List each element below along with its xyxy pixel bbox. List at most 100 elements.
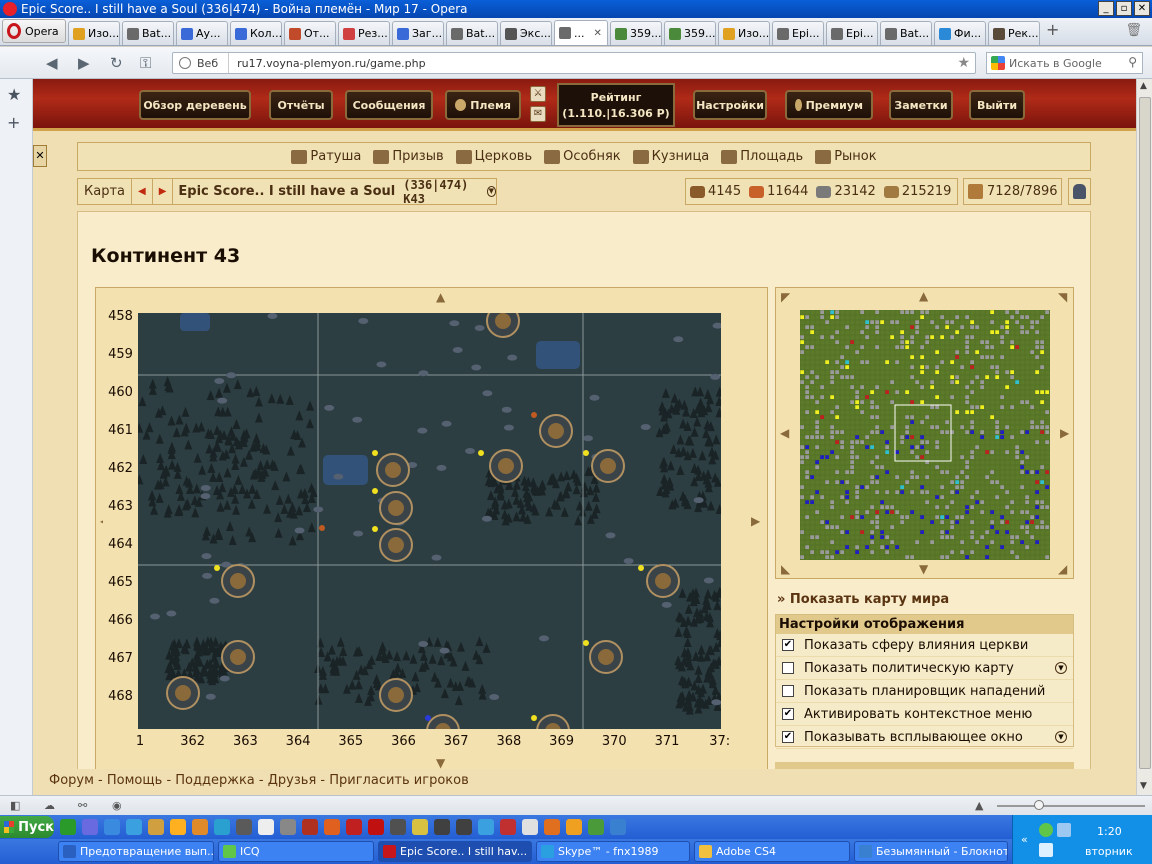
building-link-recruit[interactable]: Призыв — [373, 149, 444, 164]
minimap[interactable] — [800, 310, 1050, 560]
setting-row-attack-planner[interactable]: Показать планировщик нападений — [776, 680, 1073, 703]
zoom-up-icon[interactable]: ▲ — [975, 799, 983, 812]
setting-checkbox-popup[interactable]: ✔ — [782, 731, 794, 743]
quick-launch-icon[interactable] — [236, 819, 252, 835]
footer-friends-link[interactable]: Друзья — [268, 773, 317, 788]
zoom-slider-thumb[interactable] — [1034, 800, 1044, 810]
new-tab-icon[interactable]: + — [1046, 20, 1059, 39]
next-village-icon[interactable]: ▶ — [153, 179, 174, 204]
overview-button[interactable]: Обзор деревень — [139, 90, 251, 120]
back-icon[interactable]: ◀ — [46, 54, 58, 72]
maximize-button[interactable]: ▫ — [1116, 1, 1132, 16]
taskbar-button[interactable]: Adobe CS4 — [694, 841, 850, 862]
collapse-icon[interactable]: ✕ — [33, 145, 47, 167]
scroll-down-icon[interactable]: ▼ — [1140, 781, 1147, 791]
quick-launch-icon[interactable] — [258, 819, 274, 835]
zoom-slider[interactable] — [997, 805, 1145, 807]
footer-support-link[interactable]: Поддержка — [175, 773, 255, 788]
browser-tab[interactable]: 359... — [664, 21, 716, 45]
quick-launch-icon[interactable] — [456, 819, 472, 835]
avatar-button[interactable] — [1068, 178, 1091, 205]
quick-launch-icon[interactable] — [566, 819, 582, 835]
show-world-map-link[interactable]: » Показать карту мира — [777, 592, 949, 607]
taskbar-button[interactable]: Epic Score.. I still hav... — [378, 841, 532, 862]
minimap-down-icon[interactable]: ▼ — [919, 562, 928, 576]
key-icon[interactable]: ⚿ — [140, 54, 151, 72]
quick-launch-icon[interactable] — [148, 819, 164, 835]
quick-launch-icon[interactable] — [522, 819, 538, 835]
address-bar[interactable]: Веб ru17.voyna-plemyon.ru/game.php ★ — [172, 52, 976, 74]
clock[interactable]: 1:20 — [1097, 825, 1122, 838]
quick-launch-icon[interactable] — [60, 819, 76, 835]
quick-launch-icon[interactable] — [192, 819, 208, 835]
tribe-button[interactable]: Племя — [445, 90, 521, 120]
browser-tab[interactable]: Epi... — [772, 21, 824, 45]
setting-checkbox-church-sphere[interactable]: ✔ — [782, 639, 794, 651]
close-tab-icon[interactable]: ✕ — [594, 28, 602, 39]
browser-tab[interactable]: 359... — [610, 21, 662, 45]
footer-invite-link[interactable]: Пригласить игроков — [329, 773, 469, 788]
minimap-right-icon[interactable]: ▶ — [1060, 426, 1069, 440]
setting-checkbox-context-menu[interactable]: ✔ — [782, 708, 794, 720]
start-button[interactable]: Пуск — [0, 816, 54, 838]
search-icon[interactable]: ⚲ — [1128, 55, 1137, 69]
building-link-town-hall[interactable]: Ратуша — [291, 149, 361, 164]
skype-tray-icon[interactable] — [1039, 843, 1053, 857]
prev-village-icon[interactable]: ◀ — [132, 179, 153, 204]
taskbar-button[interactable]: Skype™ - fnx1989 — [536, 841, 690, 862]
quick-launch-icon[interactable] — [346, 819, 362, 835]
building-link-smithy[interactable]: Кузница — [632, 149, 709, 164]
setting-checkbox-attack-planner[interactable] — [782, 685, 794, 697]
quick-launch-icon[interactable] — [610, 819, 626, 835]
taskbar-button[interactable]: ICQ — [218, 841, 374, 862]
minimap-upleft-icon[interactable]: ◤ — [781, 290, 790, 304]
village-dropdown-icon[interactable]: ▼ — [486, 186, 496, 197]
browser-tab[interactable]: Bat... — [880, 21, 932, 45]
browser-tab[interactable]: Рез... — [338, 21, 390, 45]
map-up-icon[interactable]: ▲ — [436, 290, 445, 304]
search-input[interactable]: Искать в Google ⚲ — [986, 52, 1143, 74]
panel-toggle-icon[interactable]: ◧ — [10, 799, 20, 812]
minimap-up-icon[interactable]: ▲ — [919, 289, 928, 303]
cloud-icon[interactable]: ☁ — [44, 799, 55, 812]
quick-launch-icon[interactable] — [214, 819, 230, 835]
setting-checkbox-political-map[interactable] — [782, 662, 794, 674]
map-down-icon[interactable]: ▼ — [436, 756, 445, 770]
speed-dial-icon[interactable]: ◉ — [112, 799, 122, 812]
building-link-mansion[interactable]: Особняк — [544, 149, 621, 164]
address-mode[interactable]: Веб — [173, 53, 230, 73]
village-name[interactable]: Epic Score.. I still have a Soul — [173, 184, 395, 199]
scroll-thumb[interactable] — [1139, 97, 1151, 769]
icq-tray-icon[interactable] — [1039, 823, 1053, 837]
opera-menu-button[interactable]: Opera — [2, 19, 66, 43]
browser-tab[interactable]: Рек... — [988, 21, 1040, 45]
building-link-square[interactable]: Площадь — [721, 149, 803, 164]
forward-icon[interactable]: ▶ — [78, 54, 90, 72]
setting-row-political-map[interactable]: Показать политическую карту ▼ — [776, 657, 1073, 680]
reports-button[interactable]: Отчёты — [269, 90, 333, 120]
building-link-church[interactable]: Церковь — [455, 149, 532, 164]
browser-tab[interactable]: Epi... — [826, 21, 878, 45]
messages-button[interactable]: Сообщения — [345, 90, 433, 120]
browser-tab[interactable]: Bat... — [122, 21, 174, 45]
quick-launch-icon[interactable] — [500, 819, 516, 835]
quick-launch-icon[interactable] — [324, 819, 340, 835]
setting-row-church-sphere[interactable]: ✔ Показать сферу влияния церкви — [776, 634, 1073, 657]
quick-launch-icon[interactable] — [82, 819, 98, 835]
quick-launch-icon[interactable] — [170, 819, 186, 835]
logout-button[interactable]: Выйти — [969, 90, 1025, 120]
setting-row-context-menu[interactable]: ✔ Активировать контекстное меню — [776, 703, 1073, 726]
setting-info-icon[interactable]: ▼ — [1055, 731, 1067, 743]
browser-tab[interactable]: Заг... — [392, 21, 444, 45]
quick-launch-icon[interactable] — [544, 819, 560, 835]
notes-button[interactable]: Заметки — [889, 90, 953, 120]
bookmark-star-icon[interactable]: ★ — [957, 55, 970, 71]
minimap-upright-icon[interactable]: ◥ — [1058, 290, 1067, 304]
add-panel-icon[interactable]: + — [7, 113, 20, 132]
footer-help-link[interactable]: Помощь — [107, 773, 162, 788]
building-link-market[interactable]: Рынок — [815, 149, 877, 164]
tray-expand-icon[interactable]: « — [1021, 833, 1028, 846]
browser-tab[interactable]: Экс... — [500, 21, 552, 45]
quick-launch-icon[interactable] — [104, 819, 120, 835]
browser-tab[interactable]: Ау... — [176, 21, 228, 45]
